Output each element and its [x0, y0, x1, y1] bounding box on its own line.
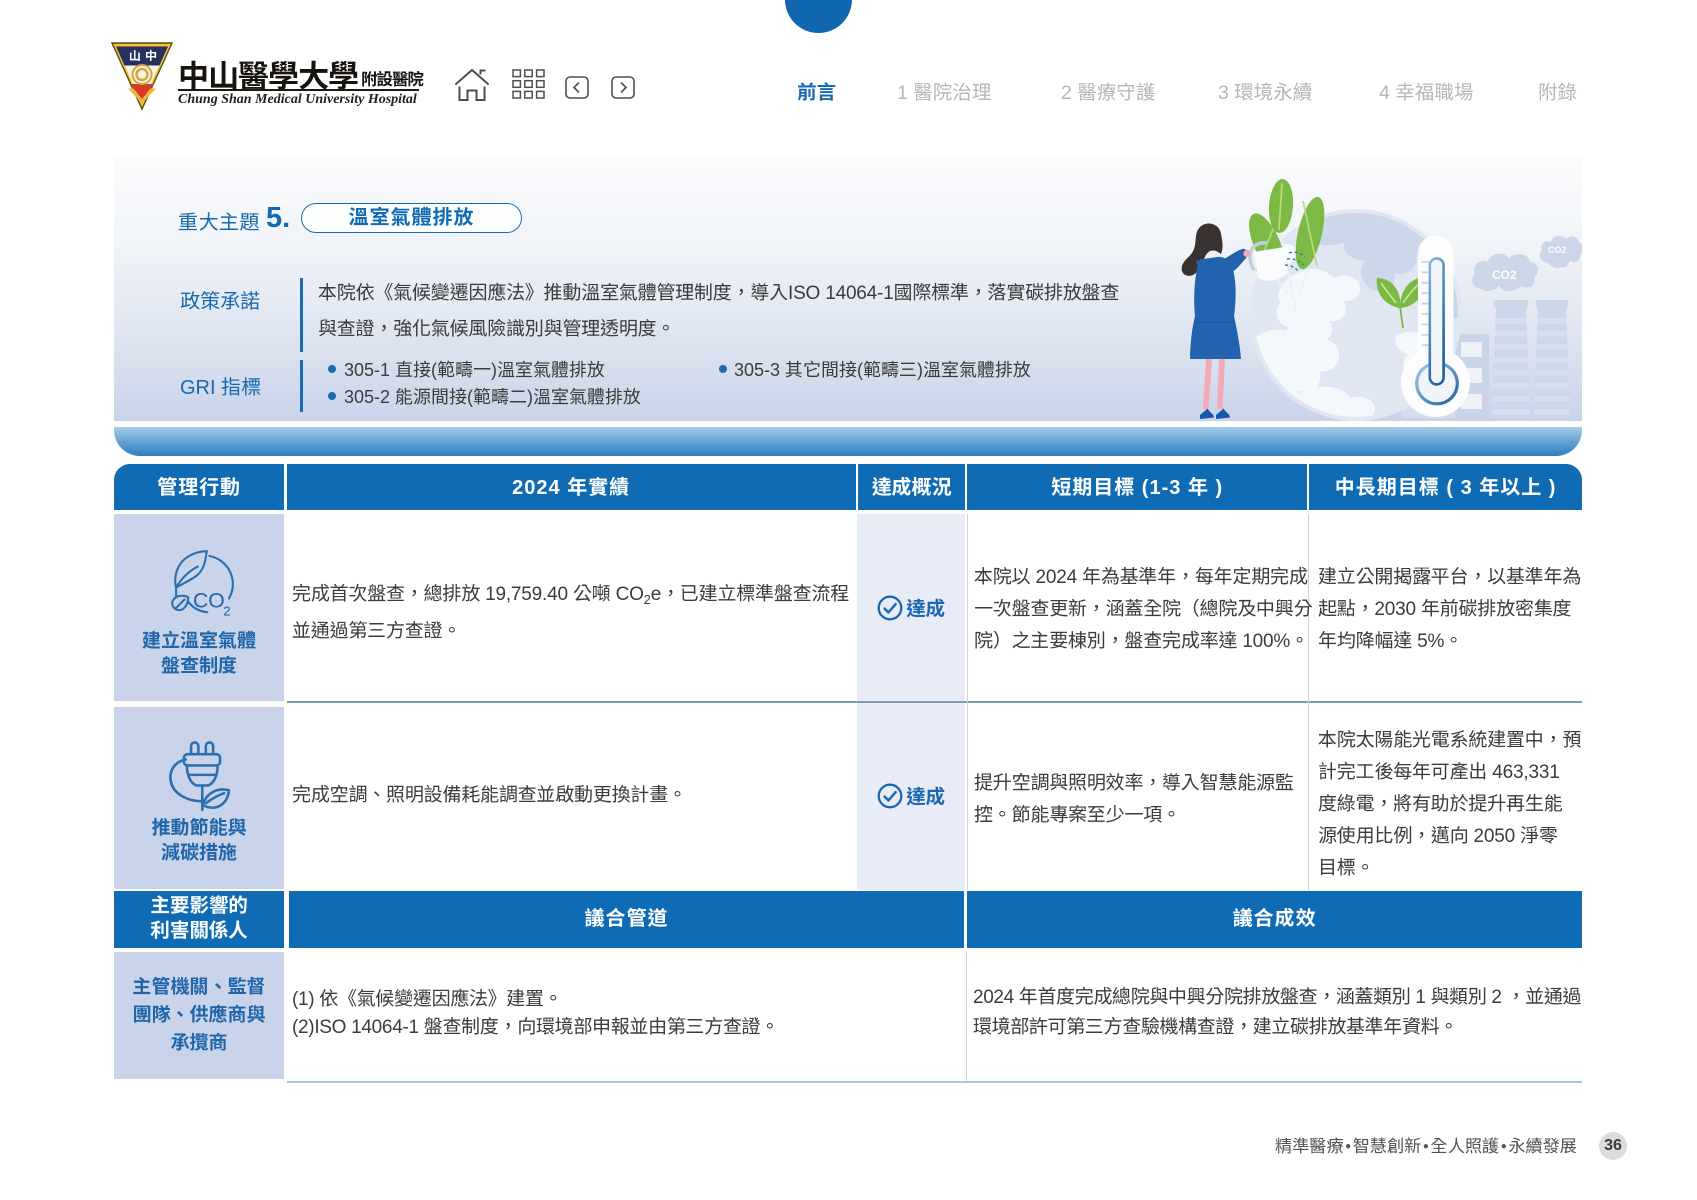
svg-text:CO2: CO2 — [1492, 268, 1517, 282]
svg-text:CO: CO — [193, 589, 225, 612]
svg-text:山: 山 — [129, 49, 141, 63]
svg-text:達成: 達成 — [906, 598, 946, 621]
svg-text:CO2: CO2 — [1548, 245, 1567, 255]
svg-text:中: 中 — [145, 49, 157, 63]
svg-text:達成: 達成 — [906, 786, 946, 809]
svg-text:2: 2 — [223, 603, 230, 617]
